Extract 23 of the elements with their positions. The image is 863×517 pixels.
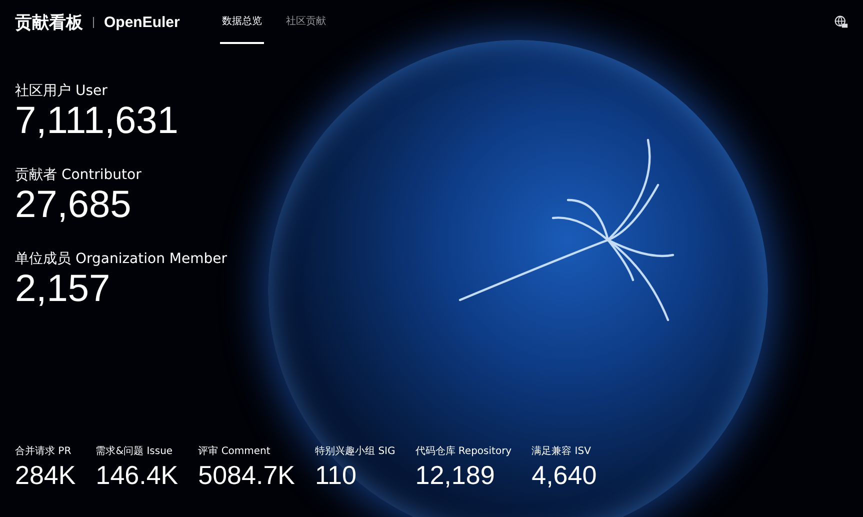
stat-label: 贡献者 Contributor bbox=[15, 166, 142, 184]
stat-value: 110 bbox=[315, 460, 358, 491]
stat-value: 2,157 bbox=[15, 270, 112, 310]
stat-label: 特别兴趣小组 SIG bbox=[315, 444, 396, 458]
stat-label: 合并请求 PR bbox=[15, 444, 72, 458]
stat-value: 5084.7K bbox=[198, 460, 296, 491]
stat-value: 284K bbox=[15, 460, 76, 491]
stat-label: 需求&问题 Issue bbox=[96, 444, 174, 458]
stat-label: 满足兼容 ISV bbox=[532, 444, 592, 458]
brand-logo: OpenEuler bbox=[104, 14, 180, 30]
nav-tab[interactable]: 社区贡献 bbox=[284, 0, 328, 44]
stat-value: 7,111,631 bbox=[15, 102, 180, 142]
language-icon[interactable] bbox=[834, 15, 848, 29]
stat-label: 社区用户 User bbox=[15, 82, 108, 100]
nav-tab[interactable]: 数据总览 bbox=[220, 0, 264, 44]
stat-label: 评审 Comment bbox=[198, 444, 272, 458]
stat-value: 27,685 bbox=[15, 186, 132, 226]
stat-label: 代码仓库 Repository bbox=[415, 444, 512, 458]
stat-label: 单位成员 Organization Member bbox=[15, 250, 228, 268]
dashboard-title: 贡献看板 bbox=[15, 12, 83, 34]
stat-value: 12,189 bbox=[415, 460, 496, 491]
stat-value: 4,640 bbox=[532, 460, 597, 491]
stat-value: 146.4K bbox=[96, 460, 178, 491]
